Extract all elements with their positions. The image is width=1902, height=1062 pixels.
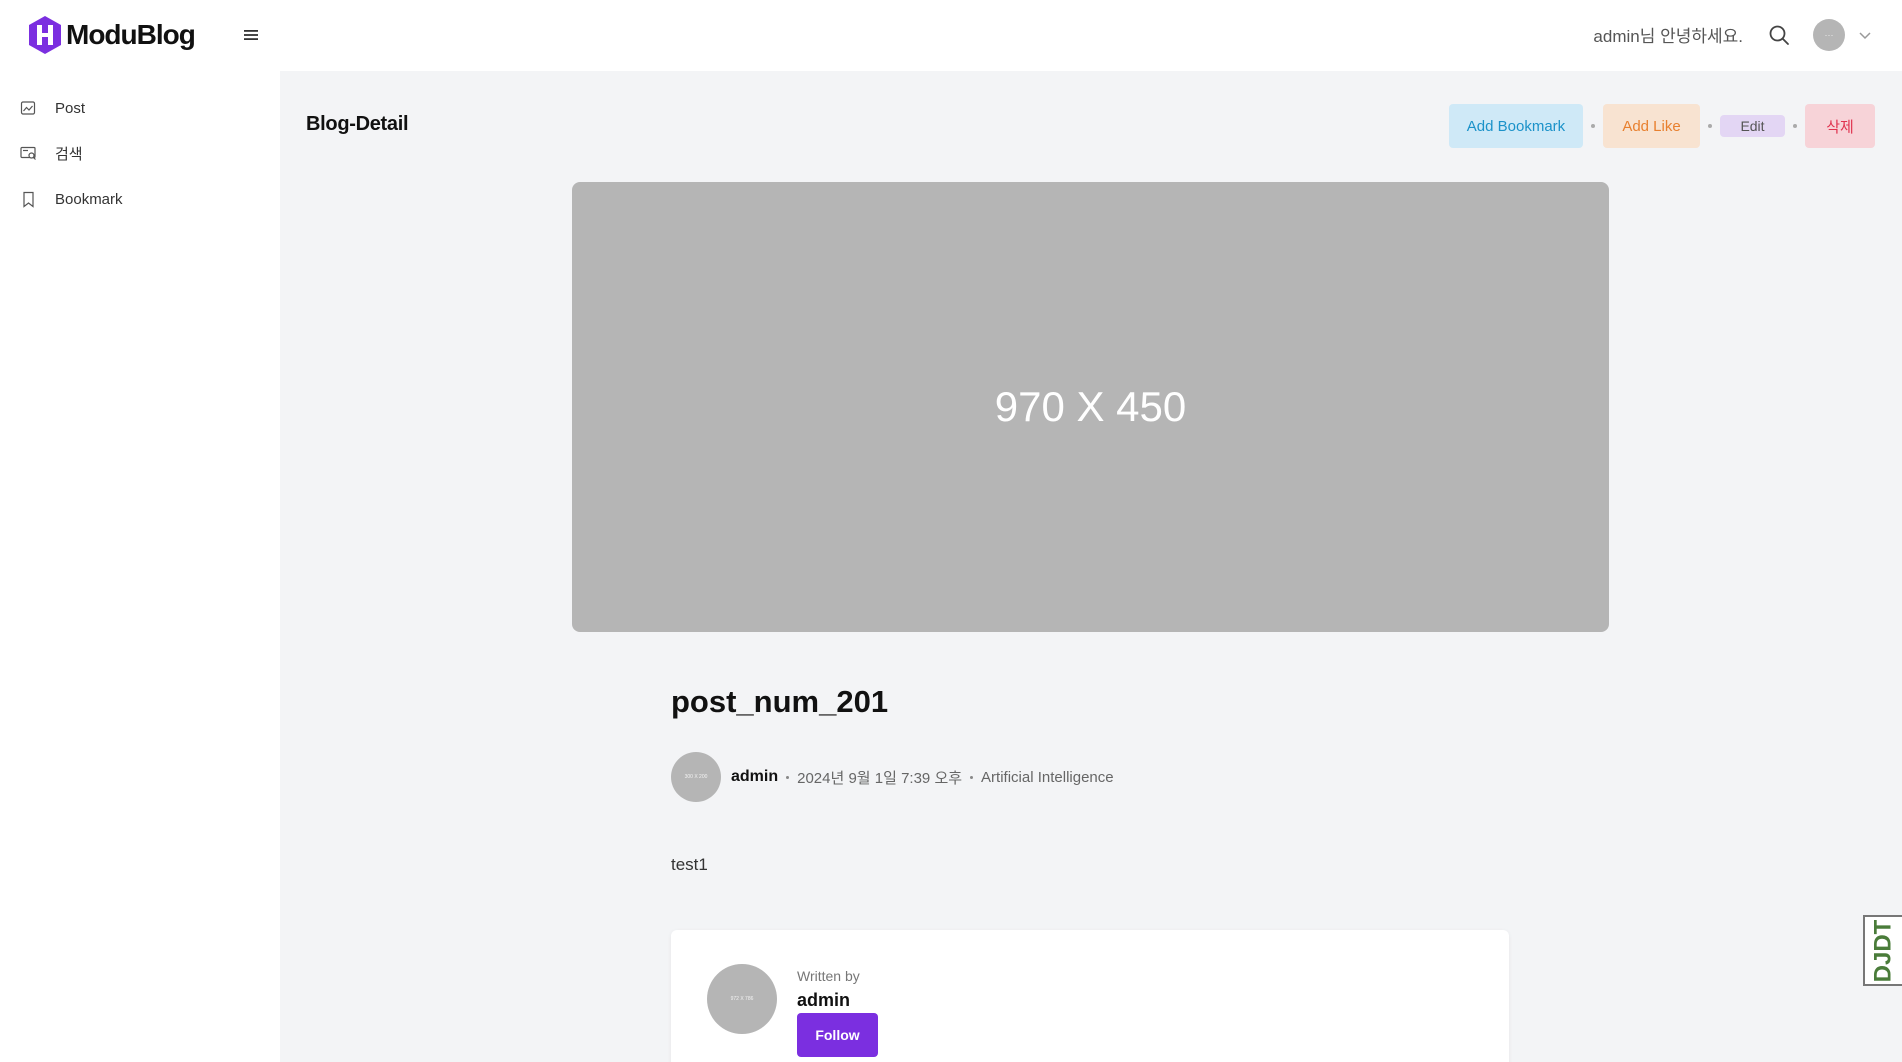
sidebar-item-search[interactable]: 검색 <box>20 140 83 166</box>
post-category[interactable]: Artificial Intelligence <box>981 769 1114 786</box>
add-bookmark-button[interactable]: Add Bookmark <box>1449 104 1583 148</box>
sidebar-item-label: Bookmark <box>55 190 123 208</box>
author-card-name[interactable]: admin <box>797 990 850 1011</box>
post-author[interactable]: admin <box>731 768 778 786</box>
debug-toolbar-tab[interactable]: DJDT <box>1863 915 1902 986</box>
post-date: 2024년 9월 1일 7:39 오후 <box>797 769 963 787</box>
separator-dot <box>1793 124 1797 128</box>
written-by-label: Written by <box>797 968 860 984</box>
bookmark-icon <box>23 191 34 208</box>
post-actions: Add Bookmark Add Like Edit 삭제 <box>1449 104 1875 148</box>
post-hero-image: 970 X 450 <box>572 182 1609 632</box>
top-header: ModuBlog admin님 안녕하세요. ··· <box>0 0 1902 71</box>
follow-button[interactable]: Follow <box>797 1013 878 1057</box>
sidebar-item-bookmark[interactable]: Bookmark <box>20 186 123 212</box>
chevron-down-icon[interactable] <box>1857 27 1873 43</box>
author-card-avatar: 972 X 786 <box>707 964 777 1034</box>
user-avatar[interactable]: ··· <box>1813 19 1845 51</box>
post-icon <box>20 100 36 115</box>
sidebar-item-post[interactable]: Post <box>20 95 85 121</box>
search-icon[interactable] <box>1767 23 1791 47</box>
author-card: 972 X 786 Written by admin Follow <box>671 930 1509 1062</box>
image-placeholder-label: 970 X 450 <box>994 383 1187 430</box>
post-body: test1 <box>671 855 708 874</box>
separator-dot <box>786 775 790 779</box>
debug-toolbar-label: DJDT <box>1869 919 1897 982</box>
user-greeting: admin님 안녕하세요. <box>1593 27 1743 46</box>
sidebar: Post 검색 Bookmark <box>0 71 280 1062</box>
edit-button[interactable]: Edit <box>1720 115 1785 137</box>
add-like-button[interactable]: Add Like <box>1603 104 1700 148</box>
author-avatar[interactable]: 300 X 200 <box>671 752 721 802</box>
logo-hexagon-icon <box>29 16 61 54</box>
search-list-icon <box>20 146 36 160</box>
delete-button[interactable]: 삭제 <box>1805 104 1875 148</box>
post-meta: 300 X 200 admin 2024년 9월 1일 7:39 오후 Arti… <box>671 752 1114 802</box>
separator-dot <box>1708 124 1712 128</box>
separator-dot <box>1591 124 1595 128</box>
page-title: Blog-Detail <box>306 113 409 135</box>
app-name: ModuBlog <box>66 19 196 50</box>
separator-dot <box>970 775 974 779</box>
app-logo[interactable]: ModuBlog <box>27 15 196 55</box>
sidebar-item-label: 검색 <box>55 145 83 163</box>
menu-icon[interactable] <box>242 26 260 44</box>
sidebar-item-label: Post <box>55 99 86 117</box>
post-title: post_num_201 <box>671 684 889 719</box>
